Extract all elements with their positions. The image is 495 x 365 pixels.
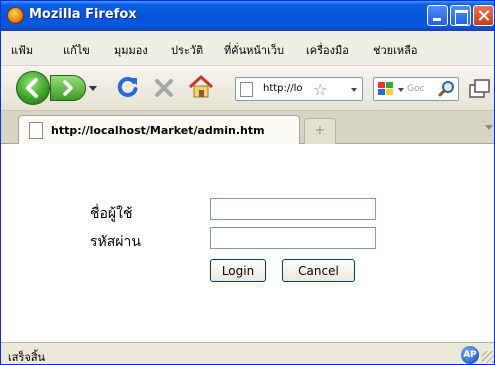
page-icon bbox=[29, 122, 43, 139]
menu-tools[interactable]: เครื่องมือ bbox=[306, 41, 349, 59]
google-icon[interactable] bbox=[377, 81, 395, 97]
reload-icon[interactable] bbox=[115, 74, 141, 100]
menu-view[interactable]: มุมมอง bbox=[114, 41, 148, 59]
status-bar: เสร็จสิ้น AP bbox=[1, 342, 494, 364]
addon-status-icon[interactable]: AP bbox=[461, 346, 479, 364]
username-field[interactable] bbox=[210, 198, 376, 220]
password-field[interactable] bbox=[210, 227, 376, 249]
forward-button[interactable] bbox=[50, 75, 86, 101]
menu-edit[interactable]: แก้ไข bbox=[63, 41, 90, 59]
chevron-down-icon[interactable] bbox=[485, 125, 493, 130]
menu-bookmarks[interactable]: ที่คั่นหน้าเว็บ bbox=[224, 41, 284, 59]
firefox-icon bbox=[7, 7, 24, 24]
chevron-down-icon[interactable] bbox=[398, 88, 404, 92]
search-input[interactable]: Goc bbox=[407, 84, 424, 94]
tab-bar: http://localhost/Market/admin.htm + bbox=[1, 111, 494, 145]
menu-help[interactable]: ช่วยเหลือ bbox=[373, 41, 417, 59]
minimize-button[interactable] bbox=[427, 5, 448, 26]
password-label: รหัสผ่าน bbox=[90, 234, 141, 250]
navigation-toolbar: http://lo ☆ Goc bbox=[1, 66, 494, 111]
new-tab-button[interactable]: + bbox=[304, 118, 336, 144]
chevron-down-icon[interactable] bbox=[351, 88, 357, 92]
home-icon[interactable] bbox=[187, 74, 215, 100]
magnifier-icon[interactable] bbox=[438, 80, 456, 98]
close-button[interactable] bbox=[473, 5, 494, 26]
window-title: Mozilla Firefox bbox=[29, 7, 137, 22]
url-bar[interactable]: http://lo ☆ bbox=[235, 77, 363, 101]
chevron-down-icon[interactable] bbox=[89, 86, 97, 91]
menu-bar: แฟ้ม แก้ไข มุมมอง ประวัติ ที่คั่นหน้าเว็… bbox=[1, 31, 494, 66]
menu-history[interactable]: ประวัติ bbox=[171, 41, 203, 59]
maximize-button[interactable] bbox=[450, 5, 471, 26]
back-button[interactable] bbox=[16, 71, 50, 105]
cancel-button[interactable]: Cancel bbox=[282, 259, 355, 282]
star-icon[interactable]: ☆ bbox=[313, 80, 327, 99]
menu-file[interactable]: แฟ้ม bbox=[11, 41, 33, 59]
back-arrow-icon bbox=[26, 78, 38, 98]
title-bar[interactable]: Mozilla Firefox bbox=[1, 1, 494, 31]
tab-admin[interactable]: http://localhost/Market/admin.htm bbox=[18, 115, 300, 145]
url-text[interactable]: http://lo bbox=[263, 83, 303, 94]
status-text: เสร็จสิ้น bbox=[8, 351, 46, 364]
browser-window: Mozilla Firefox แฟ้ม แก้ไข มุมมอง ประวัต… bbox=[0, 0, 495, 365]
window-icon[interactable] bbox=[467, 76, 493, 102]
page-content: ชื่อผู้ใช้ รหัสผ่าน Login Cancel bbox=[1, 144, 494, 342]
stop-icon[interactable] bbox=[151, 75, 177, 101]
resize-grip[interactable] bbox=[482, 351, 494, 363]
search-bar[interactable]: Goc bbox=[373, 77, 459, 101]
login-button[interactable]: Login bbox=[210, 259, 266, 282]
page-icon bbox=[240, 82, 253, 97]
username-label: ชื่อผู้ใช้ bbox=[90, 206, 133, 222]
forward-arrow-icon bbox=[63, 80, 73, 96]
tab-title: http://localhost/Market/admin.htm bbox=[51, 124, 265, 137]
